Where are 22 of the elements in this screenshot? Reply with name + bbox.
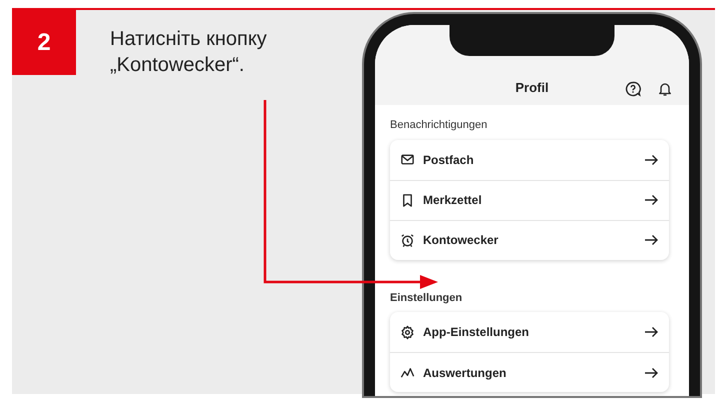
bell-icon[interactable] [657, 81, 673, 97]
arrow-right-icon [644, 194, 659, 206]
menu-item[interactable]: Merkzettel [390, 180, 669, 220]
section-heading: Benachrichtigungen [390, 118, 488, 133]
gear-icon [400, 324, 415, 340]
menu-item[interactable]: Kontowecker [390, 220, 669, 260]
help-icon[interactable] [625, 81, 641, 97]
envelope-icon [400, 152, 415, 167]
alarm-clock-icon [400, 232, 415, 248]
instruction-text: Натисніть кнопку „Kontowecker“. [110, 27, 268, 78]
menu-item[interactable]: Postfach [390, 140, 669, 180]
chart-line-icon [400, 365, 415, 380]
screen-title: Profil [514, 78, 550, 96]
bookmark-icon [400, 192, 415, 208]
section-heading: Einstellungen [390, 290, 464, 306]
arrow-right-icon [644, 366, 659, 378]
menu-item[interactable]: Auswertungen [390, 352, 669, 392]
arrow-right-icon [644, 234, 659, 246]
arrow-right-icon [644, 154, 659, 166]
menu-item[interactable]: App-Einstellungen [390, 312, 669, 352]
arrow-right-icon [644, 326, 659, 338]
step-number: 2 [12, 10, 76, 75]
